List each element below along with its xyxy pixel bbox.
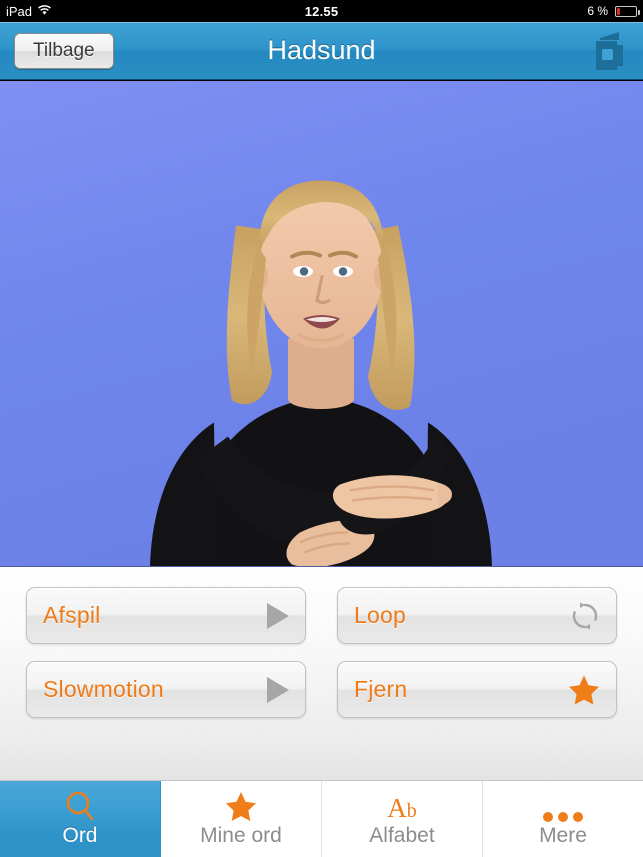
ab-text-icon: Ab [387,793,417,823]
tab-mine-ord-label: Mine ord [200,824,282,847]
navigation-bar: Tilbage Hadsund [0,22,643,80]
search-icon [63,790,97,822]
loop-icon [570,601,600,631]
ellipsis-icon [543,790,583,822]
tab-mine-ord[interactable]: Mine ord [161,781,322,857]
battery-fill [617,7,620,15]
tab-alfabet-label: Alfabet [369,824,435,847]
star-icon [225,790,257,822]
status-bar-time: 12.55 [304,3,339,19]
control-button-grid: Afspil Loop Slowmotion Fjern [26,587,617,718]
tab-alfabet[interactable]: Ab Alfabet [322,781,483,857]
tab-ord[interactable]: Ord [0,781,161,857]
signer-figure [0,81,643,566]
play-icon [267,602,289,629]
status-bar: iPad 12.55 6 % [0,0,643,22]
play-button-label: Afspil [43,602,101,628]
star-icon [568,674,600,705]
play-icon [267,676,289,703]
slowmotion-button-label: Slowmotion [43,676,164,702]
remove-favorite-button-label: Fjern [354,676,408,702]
loop-button[interactable]: Loop [337,587,617,644]
book-flip-icon[interactable] [587,29,629,73]
app-root: iPad 12.55 6 % Tilbage Hadsund Afspil Lo… [0,0,643,857]
tab-ord-label: Ord [62,824,98,847]
back-button[interactable]: Tilbage [14,32,114,69]
slowmotion-button[interactable]: Slowmotion [26,661,306,718]
back-button-label: Tilbage [33,39,95,61]
tab-mere-label: Mere [539,824,587,847]
control-panel: Afspil Loop Slowmotion Fjern [0,567,643,780]
play-button[interactable]: Afspil [26,587,306,644]
tab-mere[interactable]: Mere [483,781,643,857]
video-player[interactable] [0,81,643,567]
loop-button-label: Loop [354,602,406,628]
remove-favorite-button[interactable]: Fjern [337,661,617,718]
battery-icon [615,5,640,17]
tab-bar: Ord Mine ord Ab Alfabet Mere [0,780,643,857]
